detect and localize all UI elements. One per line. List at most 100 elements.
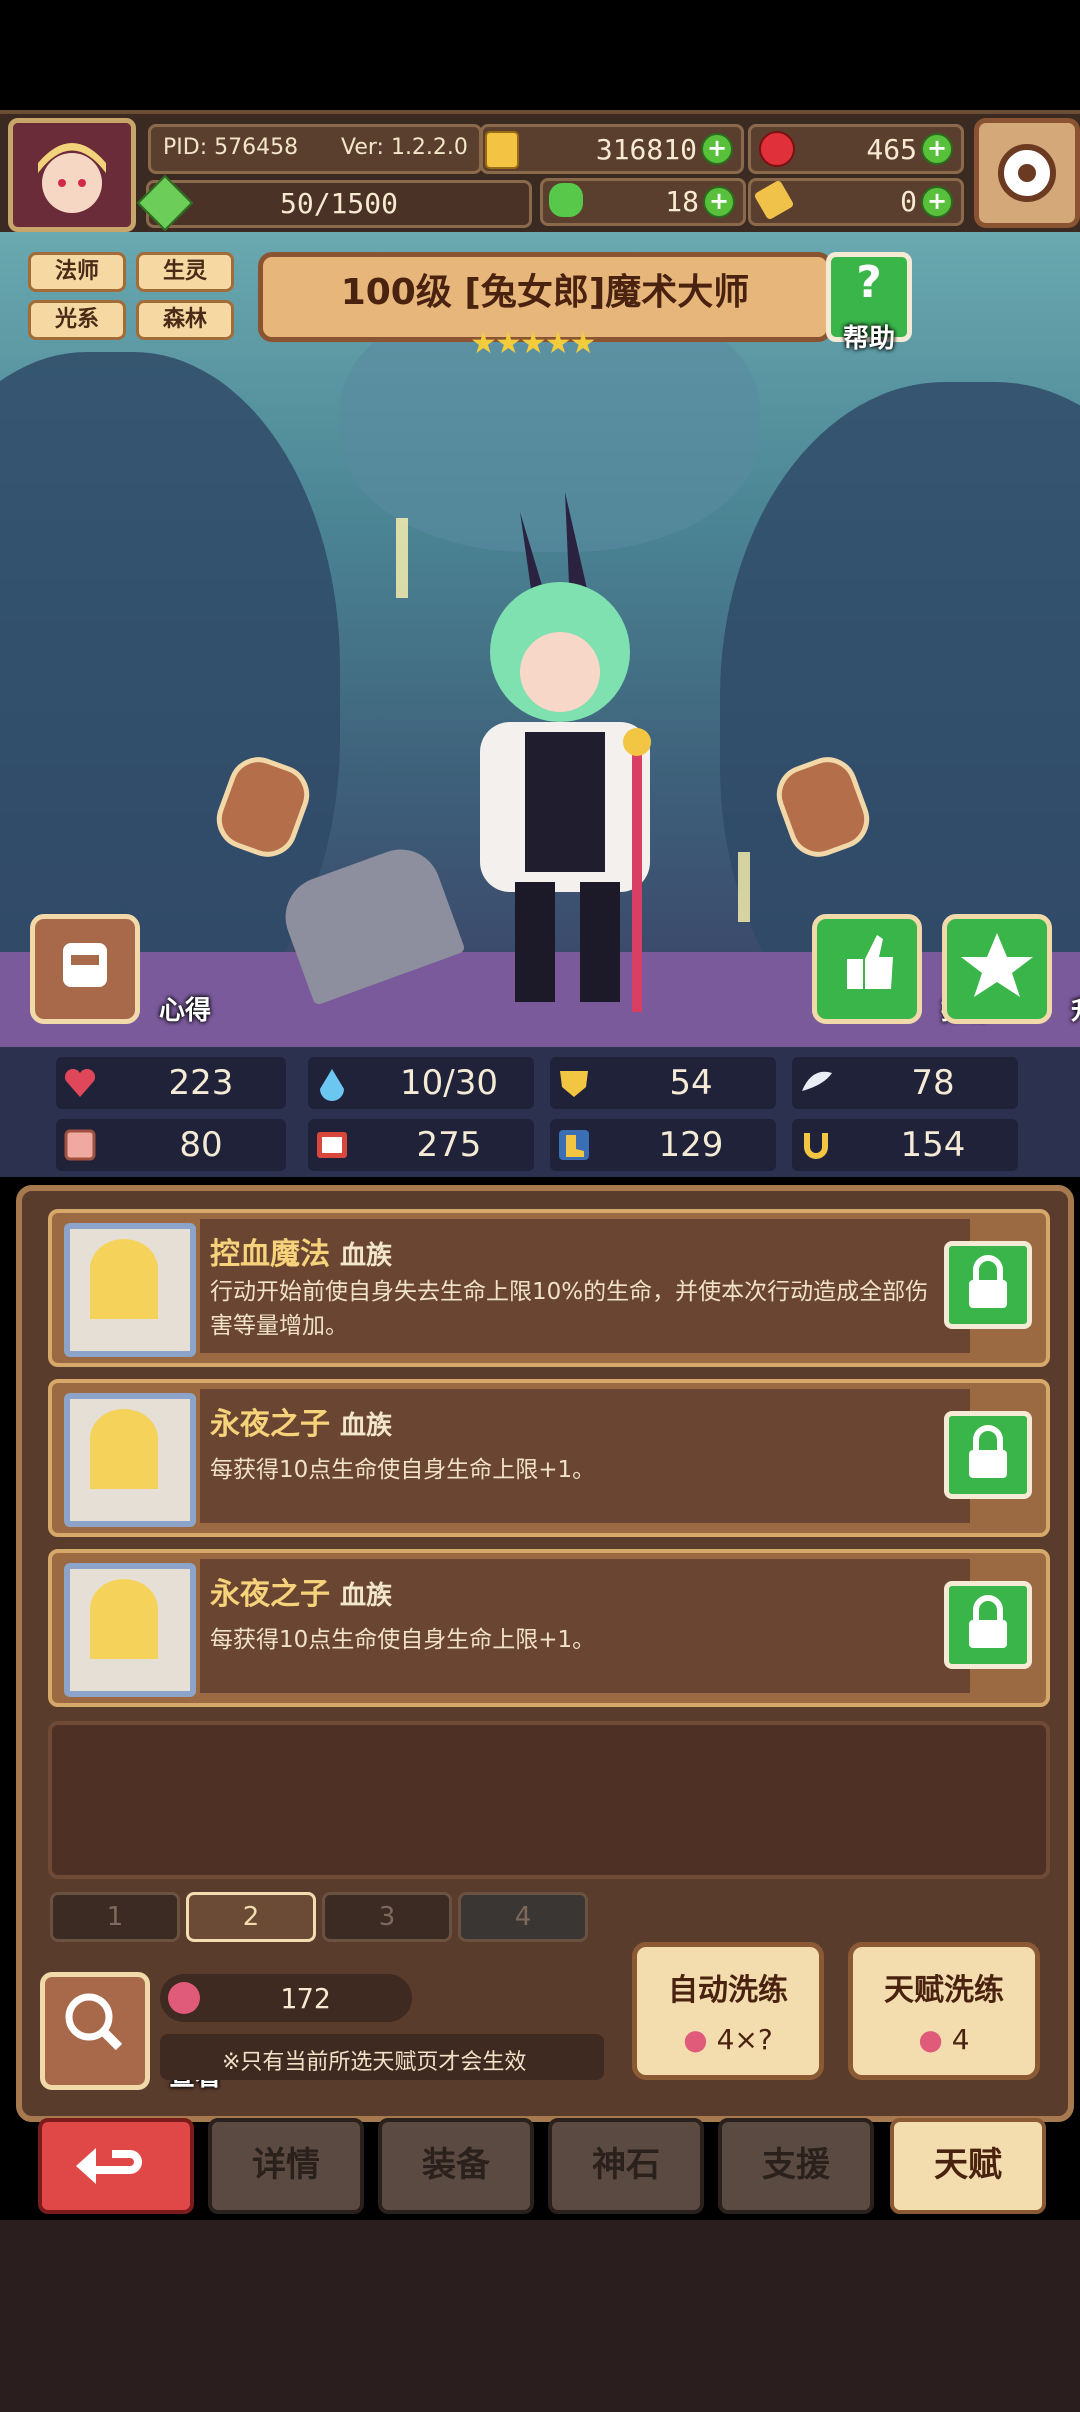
talent-race: 血族 [340, 1581, 393, 1611]
talent-race: 血族 [340, 1241, 393, 1271]
talent-name: 永夜之子 血族 [210, 1399, 392, 1443]
wing-icon [802, 1071, 832, 1091]
ticket-amount: 0 [900, 185, 917, 218]
stat-attack: 80 [56, 1119, 286, 1171]
fruit-counter: 172 [160, 1974, 412, 2022]
talent-lock-button[interactable] [944, 1411, 1032, 1499]
talent-name: 永夜之子 血族 [210, 1569, 392, 1613]
stat-attack-value: 80 [179, 1125, 223, 1165]
class-tag-light: 光系 [28, 300, 126, 340]
clover-icon [549, 183, 583, 217]
talent-name-text: 控血魔法 [210, 1237, 330, 1272]
talent-refine-label: 天赋洗练 [884, 1973, 1004, 2008]
talent-name: 控血魔法 血族 [210, 1229, 392, 1273]
nav-details[interactable]: 详情 [208, 2118, 364, 2214]
magnifier-icon [65, 1993, 123, 2051]
stats-panel: 223 10/30 54 78 80 275 129 154 [0, 1047, 1080, 1177]
talent-refine-button[interactable]: 天赋洗练 ● 4 [848, 1942, 1040, 2080]
insight-button[interactable]: 心得 [30, 914, 211, 1026]
boot-icon [559, 1130, 589, 1160]
talent-page-tab-4[interactable]: 4 [458, 1892, 588, 1942]
talent-body: 控血魔法 血族 行动开始前使自身失去生命上限10%的生命，并使本次行动造成全部伤害… [200, 1219, 970, 1353]
talent-row[interactable]: 控血魔法 血族 行动开始前使自身失去生命上限10%的生命，并使本次行动造成全部伤害… [48, 1209, 1050, 1367]
talent-body: 永夜之子 血族 每获得10点生命使自身生命上限+1。 [200, 1559, 970, 1693]
avatar-portrait-icon [13, 123, 131, 227]
energy-value: 50/1500 [279, 187, 398, 220]
fist-icon [64, 1129, 96, 1161]
star-up-button[interactable]: 升星 [942, 914, 1080, 1026]
talent-icon-slot [64, 1563, 196, 1697]
talent-lock-button[interactable] [944, 1581, 1032, 1669]
player-avatar[interactable] [8, 118, 136, 232]
help-label: 帮助 [842, 324, 895, 354]
talent-row[interactable]: 永夜之子 血族 每获得10点生命使自身生命上限+1。 [48, 1379, 1050, 1537]
talent-description: 每获得10点生命使自身生命上限+1。 [210, 1457, 596, 1483]
talent-page-tab-1[interactable]: 1 [50, 1892, 180, 1942]
spellbook-icon [317, 1132, 347, 1158]
add-clover-button[interactable]: + [703, 186, 735, 218]
player-id: PID: 576458 [163, 135, 299, 160]
lock-icon [969, 1255, 1007, 1308]
add-gems-button[interactable]: + [921, 133, 953, 165]
stat-magic-value: 275 [416, 1125, 482, 1165]
help-button[interactable]: ? 帮助 [826, 252, 912, 354]
sparkle-right [738, 852, 750, 922]
horseshoe-icon [804, 1133, 828, 1159]
talent-lock-button[interactable] [944, 1241, 1032, 1329]
stat-defense-value: 129 [658, 1125, 724, 1165]
stat-shield: 54 [550, 1057, 776, 1109]
talent-icon-slot [64, 1223, 196, 1357]
view-button[interactable]: 查看 [40, 1972, 221, 2092]
talent-name-text: 永夜之子 [210, 1407, 330, 1442]
gold-coin-icon [485, 131, 519, 169]
game-version: Ver: 1.2.2.0 [341, 135, 468, 160]
stat-hp: 223 [56, 1057, 286, 1109]
stat-speed-value: 78 [911, 1063, 955, 1103]
gem-amount: 465 [866, 133, 917, 166]
nav-talent[interactable]: 天赋 [890, 2118, 1046, 2214]
fruit-amount: 172 [280, 1982, 331, 2015]
talent-refine-cost: ● 4 [853, 2023, 1035, 2056]
star-icon [961, 933, 1033, 997]
auto-refine-cost-text: 4×? [716, 2023, 773, 2056]
class-tag-living: 生灵 [136, 252, 234, 292]
clover-counter: 18 + [540, 178, 746, 226]
empty-talent-slot [48, 1721, 1050, 1879]
back-button[interactable] [38, 2118, 194, 2214]
nav-godstone[interactable]: 神石 [548, 2118, 704, 2214]
talent-bread-icon [90, 1409, 158, 1489]
settings-button[interactable] [974, 118, 1080, 228]
fruit-icon: ● [683, 2023, 708, 2056]
clover-amount: 18 [665, 185, 699, 218]
water-drop-icon [320, 1069, 344, 1101]
talent-bread-icon [90, 1579, 158, 1659]
add-ticket-button[interactable]: + [921, 186, 953, 218]
auto-refine-button[interactable]: 自动洗练 ● 4×? [632, 1942, 824, 2080]
bottom-spacer [0, 2220, 1080, 2412]
fruit-icon: ● [918, 2023, 943, 2056]
insight-label: 心得 [158, 996, 211, 1026]
sparkle-left [396, 518, 408, 598]
ticket-icon [753, 179, 795, 221]
stat-mana: 10/30 [308, 1057, 534, 1109]
talent-description: 每获得10点生命使自身生命上限+1。 [210, 1627, 596, 1653]
ticket-counter: 0 + [748, 178, 964, 226]
nav-support[interactable]: 支援 [718, 2118, 874, 2214]
talent-refine-cost-text: 4 [951, 2023, 970, 2056]
character-title-text: 100级 [兔女郎]魔术大师 [340, 272, 750, 313]
stat-luck-value: 154 [900, 1125, 966, 1165]
gem-counter: 465 + [748, 124, 964, 174]
nav-equipment[interactable]: 装备 [378, 2118, 534, 2214]
thumbs-up-icon [847, 935, 893, 989]
talent-page-tab-2[interactable]: 2 [186, 1892, 316, 1942]
talent-row[interactable]: 永夜之子 血族 每获得10点生命使自身生命上限+1。 [48, 1549, 1050, 1707]
talent-description: 行动开始前使自身失去生命上限10%的生命，并使本次行动造成全部伤害等量增加。 [210, 1279, 929, 1339]
class-tag-forest: 森林 [136, 300, 234, 340]
talent-icon-slot [64, 1393, 196, 1527]
talent-page-tab-3[interactable]: 3 [322, 1892, 452, 1942]
class-tag-mage: 法师 [28, 252, 126, 292]
add-gold-button[interactable]: + [701, 133, 733, 165]
star-rating: ★★★★★ [470, 326, 610, 361]
recommend-button[interactable]: 推荐 [812, 914, 993, 1026]
shield-icon [560, 1071, 588, 1097]
